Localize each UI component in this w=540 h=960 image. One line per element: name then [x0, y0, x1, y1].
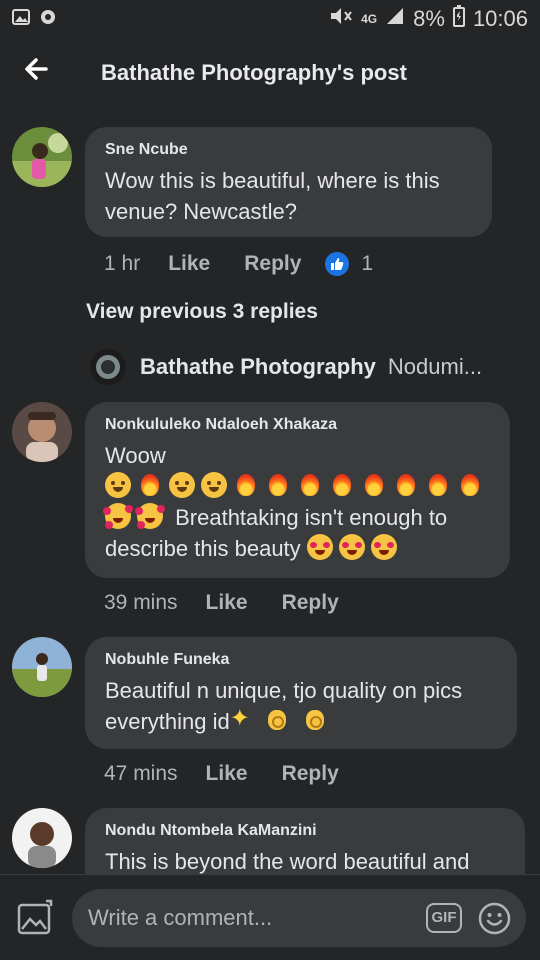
comment-author[interactable]: Nobuhle Funeka	[105, 651, 499, 669]
fire-emoji	[137, 472, 163, 498]
signal-icon	[385, 6, 405, 32]
avatar[interactable]	[12, 127, 72, 187]
clock: 10:06	[472, 6, 528, 31]
fire-emoji	[297, 472, 323, 498]
fire-emoji	[233, 472, 259, 498]
avatar[interactable]	[12, 808, 72, 868]
fire-emoji	[265, 472, 291, 498]
thumbs-up-icon[interactable]	[325, 252, 350, 276]
like-button[interactable]: Like	[206, 762, 248, 786]
fire-emoji	[393, 472, 419, 498]
comment-author[interactable]: Nondu Ntombela KaManzini	[105, 822, 507, 840]
hugging-face-emoji	[105, 472, 131, 498]
comment-text: This is beyond the word beautiful and	[105, 849, 470, 874]
reply-button[interactable]: Reply	[282, 762, 339, 786]
heart-eyes-emoji	[370, 534, 397, 560]
comment-line: describe this beauty	[105, 533, 492, 564]
comment-author[interactable]: Nonkululeko Ndaloeh Xhakaza	[105, 416, 492, 434]
comment-line: everything id	[105, 703, 499, 737]
comment-actions: 39 mins Like Reply	[104, 591, 373, 615]
comment-text-fragment: everything id	[105, 709, 230, 734]
ok-hand-emoji	[264, 707, 290, 733]
ok-hand-emoji	[302, 707, 328, 733]
like-button[interactable]: Like	[168, 252, 210, 276]
comment-line: Beautiful n unique, tjo quality on pics	[105, 678, 463, 703]
battery-icon	[452, 5, 465, 33]
comment-text: Woow Breathtaking isn't enough to descri…	[103, 440, 492, 564]
comment-composer: GIF	[0, 874, 540, 960]
comment-text: Beautiful n unique, tjo quality on pics …	[105, 675, 499, 737]
comment-input[interactable]	[88, 901, 408, 935]
avatar[interactable]	[12, 637, 72, 697]
smiling-hearts-emoji	[135, 503, 163, 529]
comment-time[interactable]: 1 hr	[104, 252, 140, 276]
emoji-line	[105, 471, 492, 502]
fire-emoji	[457, 472, 483, 498]
smiling-hearts-emoji	[103, 503, 131, 529]
weary-face-emoji	[201, 472, 227, 498]
battery-percent: 8%	[413, 6, 445, 31]
comment-input-container: GIF	[72, 889, 526, 947]
status-bar: 4G 8% 10:06	[0, 0, 540, 38]
comment-line: Breathtaking isn't enough to	[103, 502, 492, 533]
comment-bubble: Nobuhle Funeka Beautiful n unique, tjo q…	[85, 637, 517, 749]
avatar[interactable]	[12, 402, 72, 462]
mute-icon	[329, 6, 353, 32]
like-button[interactable]: Like	[206, 591, 248, 615]
heart-eyes-emoji	[306, 534, 333, 560]
gallery-notification-icon	[12, 9, 30, 25]
heart-eyes-emoji	[338, 534, 365, 560]
reaction-count: 1	[361, 252, 374, 275]
page-title: Bathathe Photography's post	[101, 60, 407, 85]
comment-text-fragment: Breathtaking isn't enough to	[169, 505, 448, 530]
view-previous-replies-link[interactable]: View previous 3 replies	[86, 300, 318, 324]
fire-emoji	[329, 472, 355, 498]
comment-actions: 1 hr Like Reply 1	[104, 252, 373, 276]
reply-preview[interactable]: Bathathe Photography Nodumi...	[90, 349, 482, 385]
comment-line: Woow	[105, 443, 166, 468]
reply-author: Bathathe Photography	[140, 354, 376, 379]
comment-bubble: Sne Ncube Wow this is beautiful, where i…	[85, 127, 492, 237]
comment-time[interactable]: 47 mins	[104, 762, 178, 786]
post-header: Bathathe Photography's post	[0, 38, 540, 108]
network-type-label: 4G	[361, 12, 378, 26]
reply-snippet: Nodumi...	[387, 354, 483, 379]
comment-bubble: Nonkululeko Ndaloeh Xhakaza Woow Breatht…	[85, 402, 510, 578]
gif-button[interactable]: GIF	[426, 903, 462, 933]
weary-face-emoji	[169, 472, 195, 498]
reply-button[interactable]: Reply	[244, 252, 301, 276]
fire-emoji	[425, 472, 451, 498]
fire-emoji	[361, 472, 387, 498]
emoji-picker-icon[interactable]	[478, 902, 511, 935]
photo-icon[interactable]	[16, 899, 54, 937]
sparkles-emoji	[230, 703, 258, 734]
avatar	[90, 349, 126, 385]
comment-text: Wow this is beautiful, where is this ven…	[105, 168, 440, 224]
comment-time[interactable]: 39 mins	[104, 591, 178, 615]
comment-text-fragment: describe this beauty	[105, 536, 301, 561]
comment-author[interactable]: Sne Ncube	[105, 141, 474, 159]
comment-actions: 47 mins Like Reply	[104, 762, 373, 786]
back-arrow-icon[interactable]	[20, 52, 54, 86]
reply-button[interactable]: Reply	[282, 591, 339, 615]
settings-notification-icon	[40, 9, 58, 25]
